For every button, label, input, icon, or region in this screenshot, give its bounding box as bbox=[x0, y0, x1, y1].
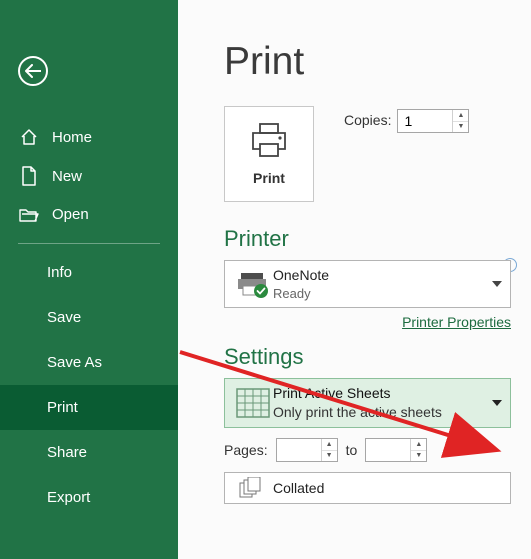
print-scope-subtitle: Only print the active sheets bbox=[273, 403, 502, 422]
printer-selector[interactable]: OneNote Ready bbox=[224, 260, 511, 308]
printer-icon bbox=[248, 122, 290, 160]
copies-input[interactable] bbox=[398, 110, 452, 132]
backstage-sidebar: Home New Open Info Save Save As Print Sh… bbox=[0, 0, 178, 559]
print-button[interactable]: Print bbox=[224, 106, 314, 202]
copies-label: Copies: bbox=[344, 112, 391, 128]
sidebar-item-label: Home bbox=[52, 129, 92, 146]
pages-to-increment[interactable]: ▲ bbox=[411, 439, 426, 451]
sidebar-item-save[interactable]: Save bbox=[0, 295, 178, 340]
printer-properties-link[interactable]: Printer Properties bbox=[402, 314, 511, 330]
pages-from-increment[interactable]: ▲ bbox=[322, 439, 337, 451]
home-icon bbox=[18, 128, 40, 146]
pages-to-label: to bbox=[346, 442, 358, 458]
printer-name: OneNote bbox=[273, 266, 502, 285]
copies-increment[interactable]: ▲ bbox=[453, 110, 468, 122]
chevron-down-icon bbox=[492, 281, 502, 287]
settings-heading: Settings bbox=[224, 344, 531, 370]
page-title: Print bbox=[224, 40, 531, 84]
sidebar-item-print[interactable]: Print bbox=[0, 385, 178, 430]
folder-open-icon bbox=[18, 207, 40, 223]
sidebar-item-export[interactable]: Export bbox=[0, 475, 178, 520]
sidebar-item-home[interactable]: Home bbox=[0, 118, 178, 156]
printer-status-icon bbox=[233, 269, 273, 299]
sidebar-item-open[interactable]: Open bbox=[0, 196, 178, 233]
collate-icon bbox=[233, 477, 273, 499]
chevron-down-icon bbox=[492, 400, 502, 406]
sidebar-item-save-as[interactable]: Save As bbox=[0, 340, 178, 385]
pages-from-spinner[interactable]: ▲ ▼ bbox=[276, 438, 338, 462]
pages-from-decrement[interactable]: ▼ bbox=[322, 451, 337, 462]
sidebar-item-info[interactable]: Info bbox=[0, 250, 178, 295]
sidebar-item-label: Open bbox=[52, 206, 89, 223]
pages-range-row: Pages: ▲ ▼ to ▲ ▼ bbox=[224, 438, 531, 462]
print-scope-selector[interactable]: Print Active Sheets Only print the activ… bbox=[224, 378, 511, 428]
worksheet-icon bbox=[233, 388, 273, 418]
pages-to-input[interactable] bbox=[366, 439, 410, 461]
back-button[interactable] bbox=[18, 56, 48, 86]
print-panel: Print Print Copies: ▲ ▼ i Printer bbox=[178, 0, 531, 559]
sidebar-item-label: New bbox=[52, 168, 82, 185]
copies-decrement[interactable]: ▼ bbox=[453, 122, 468, 133]
printer-heading: Printer bbox=[224, 226, 531, 252]
pages-to-spinner[interactable]: ▲ ▼ bbox=[365, 438, 427, 462]
arrow-left-icon bbox=[25, 64, 41, 78]
sidebar-item-share[interactable]: Share bbox=[0, 430, 178, 475]
pages-label: Pages: bbox=[224, 442, 268, 458]
new-document-icon bbox=[18, 166, 40, 186]
sidebar-divider bbox=[18, 243, 160, 244]
printer-status: Ready bbox=[273, 285, 502, 303]
copies-spinner[interactable]: ▲ ▼ bbox=[397, 109, 469, 133]
collate-selector[interactable]: Collated bbox=[224, 472, 511, 504]
print-button-label: Print bbox=[253, 170, 285, 186]
sidebar-item-new[interactable]: New bbox=[0, 156, 178, 196]
print-scope-title: Print Active Sheets bbox=[273, 384, 502, 403]
pages-to-decrement[interactable]: ▼ bbox=[411, 451, 426, 462]
pages-from-input[interactable] bbox=[277, 439, 321, 461]
collate-label: Collated bbox=[273, 480, 324, 496]
